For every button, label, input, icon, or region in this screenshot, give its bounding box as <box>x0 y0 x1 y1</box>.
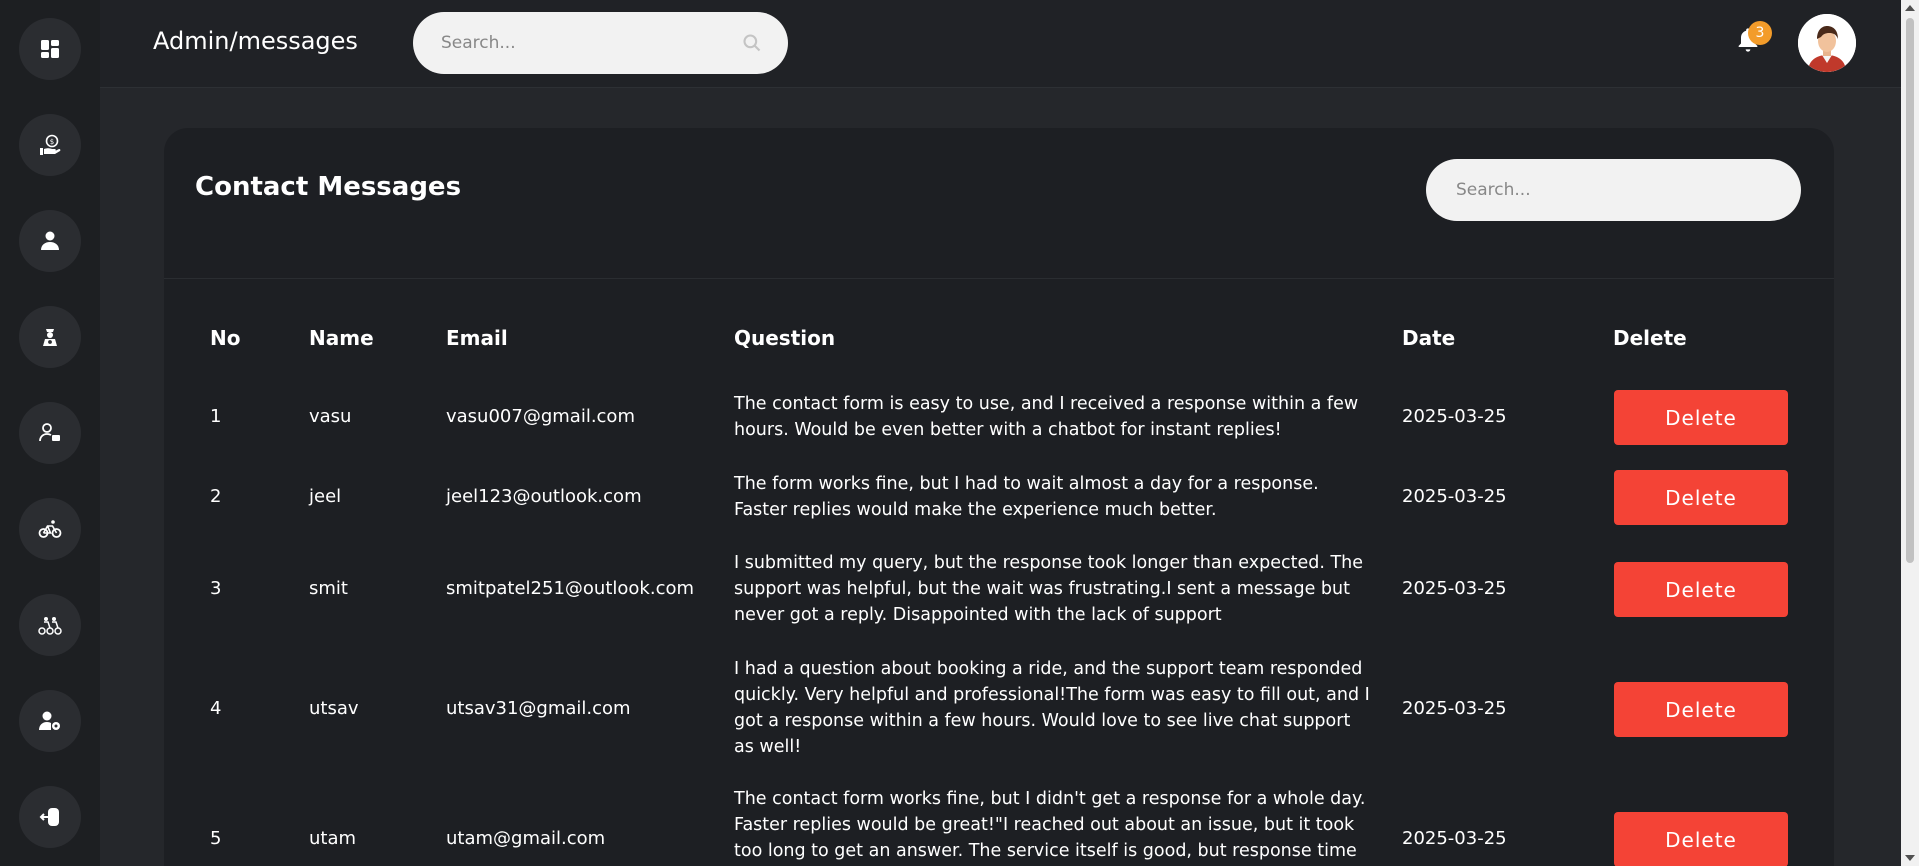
row-question: The form works fine, but I had to wait a… <box>734 474 1319 520</box>
column-header-name: Name <box>309 326 374 350</box>
row-name: jeel <box>309 486 342 507</box>
user-card-icon <box>39 423 60 442</box>
sidebar-item-logout[interactable] <box>19 786 81 848</box>
sidebar-item-bikes[interactable] <box>19 498 81 560</box>
sidebar-item-rides[interactable] <box>19 594 81 656</box>
user-settings-icon <box>39 711 60 730</box>
divider <box>164 278 1834 279</box>
row-name: utam <box>309 828 357 849</box>
sidebar: $ <box>0 0 100 866</box>
column-header-date: Date <box>1402 326 1456 350</box>
row-question: I had a question about booking a ride, a… <box>734 659 1370 757</box>
row-email: smitpatel251@outlook.com <box>446 578 695 599</box>
row-question: The contact form is easy to use, and I r… <box>734 394 1359 440</box>
sidebar-item-user-cards[interactable] <box>19 402 81 464</box>
delete-button[interactable]: Delete <box>1614 812 1788 866</box>
row-date: 2025-03-25 <box>1402 486 1507 507</box>
row-email: jeel123@outlook.com <box>446 486 642 507</box>
sidebar-item-payments[interactable]: $ <box>19 114 81 176</box>
row-no: 5 <box>210 828 222 849</box>
delete-button[interactable]: Delete <box>1614 390 1788 445</box>
table-search-input[interactable] <box>1456 180 1766 200</box>
column-header-email: Email <box>446 326 508 350</box>
page-title: Admin/messages <box>153 27 358 55</box>
row-no: 2 <box>210 486 222 507</box>
sidebar-item-drivers[interactable] <box>19 306 81 368</box>
row-email: utam@gmail.com <box>446 828 606 849</box>
row-name: utsav <box>309 698 359 719</box>
column-header-question: Question <box>734 326 836 350</box>
column-header-delete: Delete <box>1613 326 1687 350</box>
delete-button[interactable]: Delete <box>1614 562 1788 617</box>
row-date: 2025-03-25 <box>1402 698 1507 719</box>
row-no: 3 <box>210 578 222 599</box>
delete-button[interactable]: Delete <box>1614 682 1788 737</box>
header-search[interactable] <box>413 12 788 74</box>
search-icon[interactable] <box>742 33 762 53</box>
svg-text:$: $ <box>50 138 54 146</box>
sidebar-item-dashboard[interactable] <box>19 18 81 80</box>
contact-messages-card: Contact Messages No Name Email Question … <box>164 128 1834 866</box>
driver-icon <box>43 329 57 346</box>
avatar[interactable] <box>1798 14 1856 72</box>
page-scrollbar[interactable] <box>1901 0 1919 866</box>
row-email: vasu007@gmail.com <box>446 406 635 427</box>
sidebar-item-users[interactable] <box>19 210 81 272</box>
row-question: I submitted my query, but the response t… <box>734 553 1363 625</box>
row-question: The contact form works fine, but I didn'… <box>734 789 1366 861</box>
bike-icon <box>38 520 62 538</box>
scroll-up-arrow-icon[interactable] <box>1905 5 1915 11</box>
sidebar-item-user-settings[interactable] <box>19 690 81 752</box>
table-search[interactable] <box>1426 159 1801 221</box>
row-date: 2025-03-25 <box>1402 406 1507 427</box>
card-title: Contact Messages <box>195 172 462 202</box>
row-name: vasu <box>309 406 352 427</box>
bikes-icon <box>38 617 62 635</box>
user-icon <box>41 231 59 250</box>
scroll-down-arrow-icon[interactable] <box>1905 855 1915 861</box>
header-search-input[interactable] <box>441 33 731 53</box>
row-date: 2025-03-25 <box>1402 828 1507 849</box>
dashboard-icon <box>41 40 59 58</box>
scroll-thumb[interactable] <box>1906 18 1914 563</box>
row-email: utsav31@gmail.com <box>446 698 631 719</box>
column-header-no: No <box>210 326 241 350</box>
user-avatar-icon <box>1798 14 1856 72</box>
logout-icon <box>39 808 59 826</box>
delete-button[interactable]: Delete <box>1614 470 1788 525</box>
payment-hand-icon: $ <box>40 134 61 155</box>
notification-badge: 3 <box>1748 21 1772 45</box>
row-no: 1 <box>210 406 222 427</box>
row-no: 4 <box>210 698 222 719</box>
row-name: smit <box>309 578 348 599</box>
top-header: Admin/messages 3 <box>100 0 1901 88</box>
row-date: 2025-03-25 <box>1402 578 1507 599</box>
